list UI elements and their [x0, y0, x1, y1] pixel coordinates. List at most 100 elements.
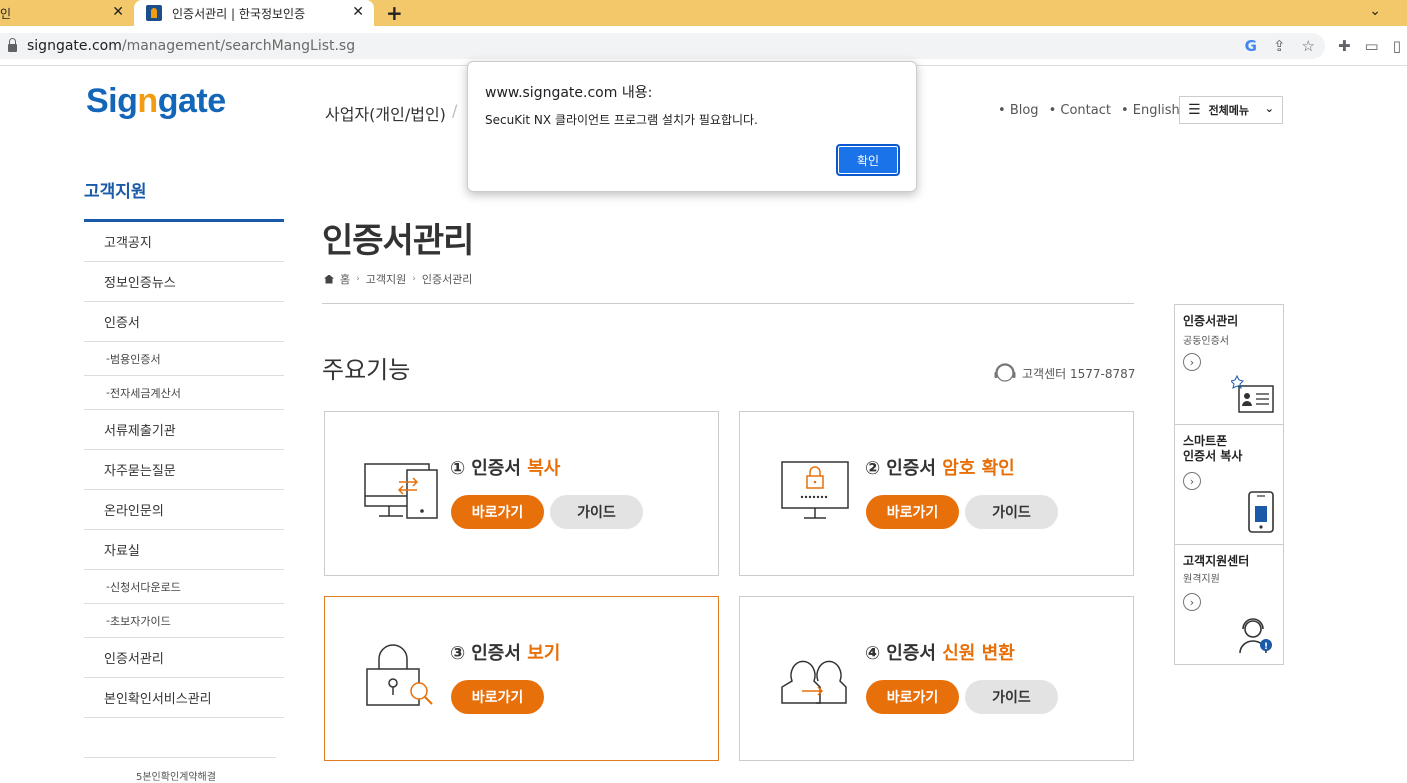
breadcrumb-support[interactable]: 고객지원 [366, 271, 406, 287]
page-title: 인증서관리 [322, 221, 474, 261]
tab-active[interactable]: 인증서관리 | 한국정보인증 ✕ [134, 0, 374, 26]
breadcrumb-separator-icon: › [356, 274, 360, 284]
logo-text-post: gate [157, 82, 226, 120]
sidebar-menu: 고객공지 정보인증뉴스 인증서 범용인증서 전자세금계산서 서류제출기관 자주묻… [84, 222, 284, 718]
sidebar-item-cert-management[interactable]: 인증서관리 [84, 638, 284, 678]
feature-card-password: ② 인증서 암호 확인 바로가기 가이드 [739, 411, 1134, 576]
chevron-down-icon: ⌄ [1264, 102, 1274, 115]
chevron-right-icon[interactable]: › [1183, 472, 1201, 490]
sidebar-item-faq[interactable]: 자주묻는질문 [84, 450, 284, 490]
card-title-pre: 인증서 [886, 643, 936, 664]
tab-search-chevron-icon[interactable]: ⌄ [1369, 3, 1381, 19]
card-title-accent: 신원 변환 [942, 643, 1015, 664]
dialog-ok-button[interactable]: 확인 [836, 144, 900, 176]
breadcrumb: 홈 › 고객지원 › 인증서관리 [324, 271, 472, 287]
card-title: ② 인증서 암호 확인 [865, 454, 1015, 480]
english-link[interactable]: English [1121, 103, 1180, 118]
feature-card-view: ③ 인증서 보기 바로가기 [324, 596, 719, 761]
sidebar-subitem-general-cert[interactable]: 범용인증서 [84, 342, 284, 376]
sidebar-item-submission-agencies[interactable]: 서류제출기관 [84, 410, 284, 450]
sidebar-subitem-beginner-guide[interactable]: 초보자가이드 [84, 604, 284, 638]
contact-link[interactable]: Contact [1049, 103, 1111, 118]
quick-item-remote-support[interactable]: 고객지원센터 원격지원 › ! [1175, 545, 1283, 665]
sidebar-item-certificate[interactable]: 인증서 [84, 302, 284, 342]
sidebar-item-notice[interactable]: 고객공지 [84, 222, 284, 262]
new-tab-button[interactable]: + [386, 1, 403, 25]
sidebar-cut-text[interactable]: 5본인확인계약해결 [136, 768, 216, 783]
tab-inactive[interactable]: 인 ✕ [0, 0, 134, 26]
quick-item-sub: 공동인증서 [1183, 336, 1229, 347]
card-number: ④ [865, 643, 881, 664]
monitor-transfer-icon [364, 463, 438, 519]
quick-item-title: 스마트폰 인증서 복사 [1183, 434, 1243, 463]
card-title: ③ 인증서 보기 [450, 639, 560, 665]
extensions-icon[interactable]: ✚ [1338, 37, 1351, 55]
signgate-logo[interactable]: Signgate [86, 82, 226, 121]
quick-item-title: 인증서관리 [1183, 314, 1239, 328]
url-host: signgate.com [27, 38, 122, 54]
card-title-pre: 인증서 [471, 643, 521, 664]
card-title-pre: 인증서 [886, 458, 936, 479]
nav-separator: / [452, 101, 458, 120]
home-icon [324, 274, 334, 284]
url-path: /management/searchMangList.sg [121, 38, 356, 54]
google-icon[interactable]: G [1245, 37, 1257, 55]
helpline: 고객센터 1577-8787 [992, 360, 1135, 386]
all-menu-label: 전체메뉴 [1208, 104, 1250, 117]
sidebar-title: 고객지원 [84, 182, 147, 202]
card-title: ④ 인증서 신원 변환 [865, 639, 1015, 665]
tab-close-icon[interactable]: ✕ [112, 4, 124, 20]
quick-item-cert-management[interactable]: 인증서관리 공동인증서 › [1175, 305, 1283, 425]
sidebar-subitem-tax-invoice[interactable]: 전자세금계산서 [84, 376, 284, 410]
sidebar-item-news[interactable]: 정보인증뉴스 [84, 262, 284, 302]
id-card-icon [1231, 374, 1274, 413]
card-number: ③ [450, 643, 466, 664]
lock-icon[interactable] [8, 38, 17, 52]
headset-icon [994, 363, 1016, 382]
helpline-text: 고객센터 1577-8787 [1022, 366, 1136, 381]
address-bar-actions: G ⇪ ☆ [1245, 37, 1315, 55]
cast-icon[interactable]: ▭ [1365, 37, 1379, 55]
password-guide-button[interactable]: 가이드 [965, 495, 1058, 529]
business-link[interactable]: 사업자(개인/법인) [325, 101, 446, 125]
tab-close-icon[interactable]: ✕ [352, 4, 364, 20]
top-links: Blog Contact English [998, 103, 1180, 118]
copy-go-button[interactable]: 바로가기 [451, 495, 544, 529]
card-title: ① 인증서 복사 [450, 454, 560, 480]
share-icon[interactable]: ⇪ [1273, 37, 1286, 55]
support-agent-icon: ! [1239, 618, 1272, 654]
address-bar-row: signgate.com/management/searchMangList.s… [0, 26, 1407, 66]
identity-guide-button[interactable]: 가이드 [965, 680, 1058, 714]
blog-link[interactable]: Blog [998, 103, 1039, 118]
chevron-right-icon[interactable]: › [1183, 593, 1201, 611]
star-icon[interactable]: ☆ [1302, 37, 1315, 55]
card-title-pre: 인증서 [471, 458, 521, 479]
feature-card-copy: ① 인증서 복사 바로가기 가이드 [324, 411, 719, 576]
sidebar-item-library[interactable]: 자료실 [84, 530, 284, 570]
quick-item-smartphone-copy[interactable]: 스마트폰 인증서 복사 › [1175, 425, 1283, 545]
sidebar-subitem-forms-download[interactable]: 신청서다운로드 [84, 570, 284, 604]
favicon-icon [146, 5, 162, 21]
people-transfer-icon [781, 660, 847, 704]
chevron-right-icon[interactable]: › [1183, 353, 1201, 371]
breadcrumb-home[interactable]: 홈 [340, 271, 350, 287]
all-menu-button[interactable]: ☰ 전체메뉴 ⌄ [1179, 96, 1283, 124]
quick-item-title: 고객지원센터 [1183, 554, 1250, 568]
copy-guide-button[interactable]: 가이드 [550, 495, 643, 529]
sidebar-item-online-inquiry[interactable]: 온라인문의 [84, 490, 284, 530]
address-bar[interactable]: signgate.com/management/searchMangList.s… [0, 33, 1325, 59]
password-go-button[interactable]: 바로가기 [866, 495, 959, 529]
identity-go-button[interactable]: 바로가기 [866, 680, 959, 714]
logo-text-n: n [137, 82, 158, 120]
sidepanel-icon[interactable]: ▯ [1393, 37, 1401, 55]
quick-item-sub: 원격지원 [1183, 574, 1220, 585]
browser-tab-bar: 인 ✕ 인증서관리 | 한국정보인증 ✕ + ⌄ [0, 0, 1407, 26]
view-go-button[interactable]: 바로가기 [451, 680, 544, 714]
sidebar-item-identity-service[interactable]: 본인확인서비스관리 [84, 678, 284, 718]
logo-text-pre: Sig [86, 82, 138, 120]
sidebar-divider [84, 757, 276, 758]
card-number: ① [450, 458, 466, 479]
breadcrumb-separator-icon: › [412, 274, 416, 284]
dialog-title: www.signgate.com 내용: [485, 85, 653, 101]
lock-search-icon [366, 644, 433, 706]
